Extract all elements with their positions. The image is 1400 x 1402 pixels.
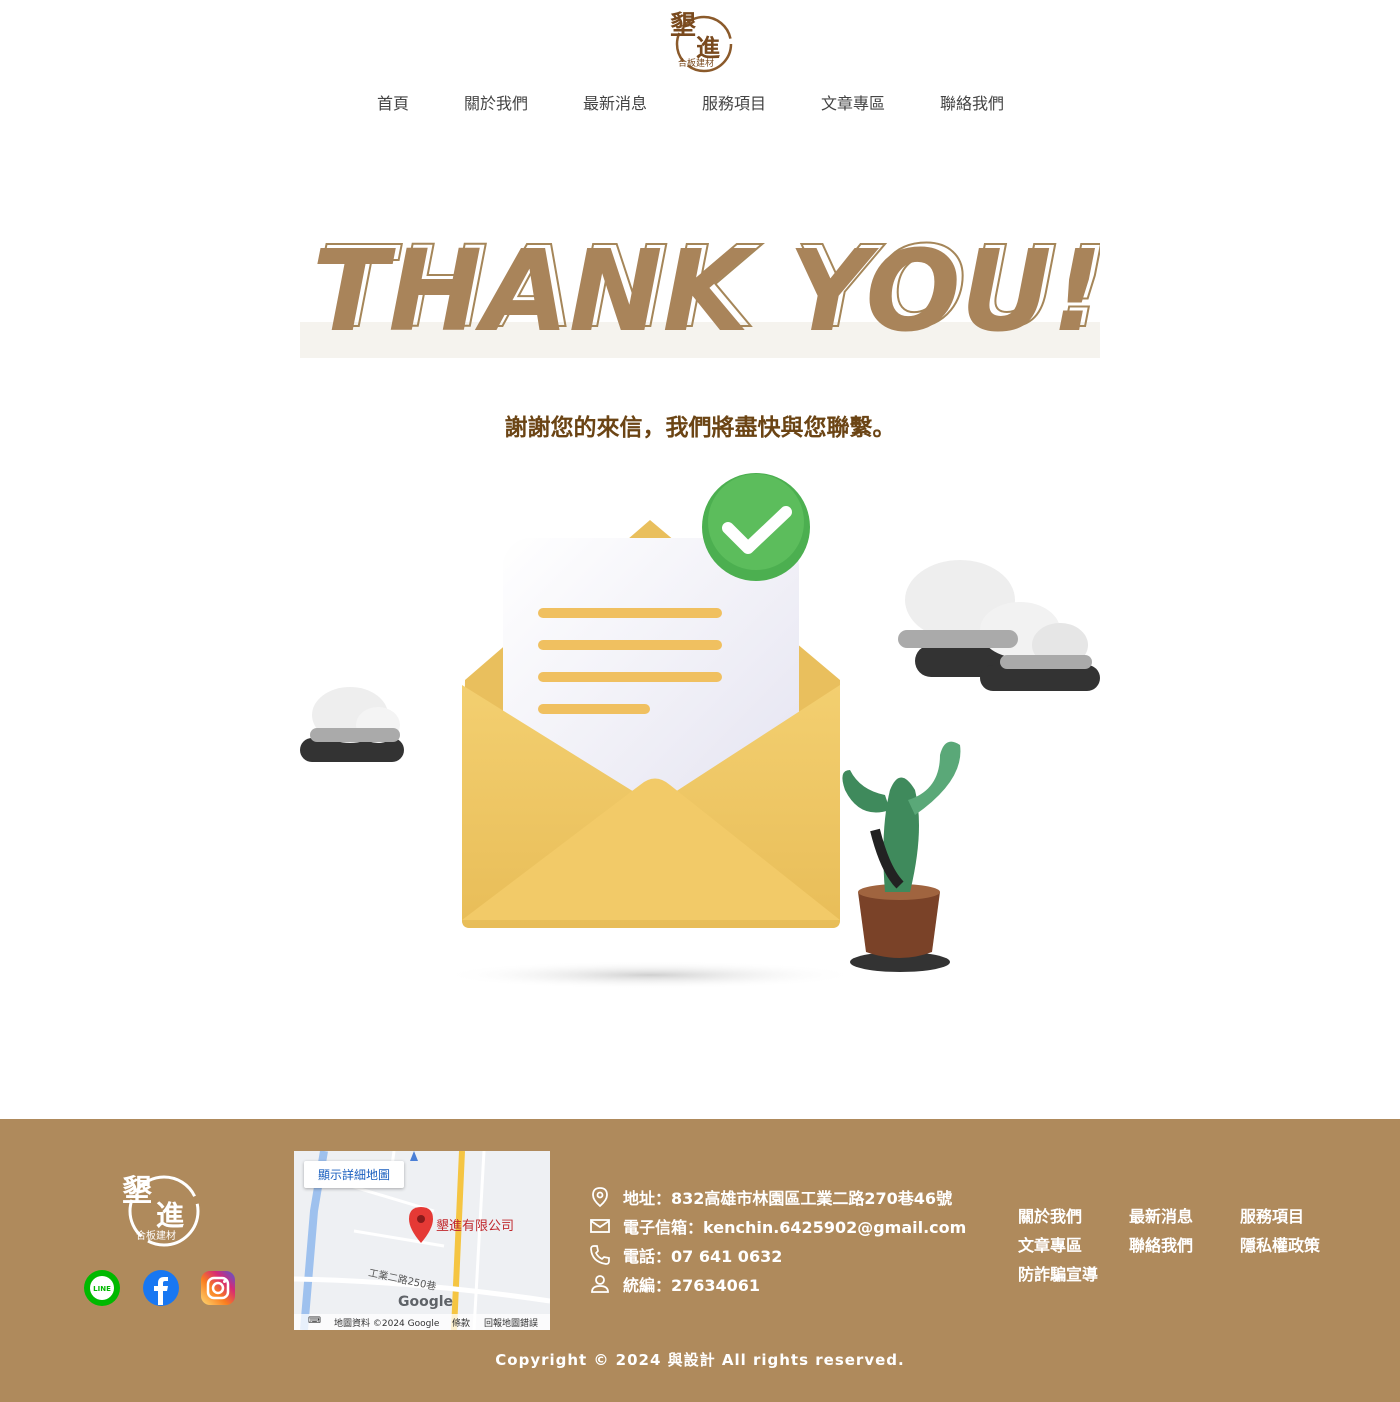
map-terms-link[interactable]: 條款: [452, 1316, 470, 1329]
contact-tax-id: 統編：27634061: [590, 1272, 970, 1301]
contact-phone[interactable]: 電話：07 641 0632: [590, 1243, 970, 1272]
copyright-text: Copyright © 2024 與設計 All rights reserved…: [495, 1351, 905, 1369]
nav-about[interactable]: 關於我們: [464, 90, 528, 114]
envelope-illustration: [300, 473, 1100, 989]
contact-info: 地址：832高雄市林園區工業二路270巷46號 電子信箱：kenchin.642…: [590, 1185, 970, 1301]
nav-news[interactable]: 最新消息: [583, 90, 647, 114]
map-pin-label: 墾進有限公司: [436, 1219, 515, 1234]
logo-char-sub: 進: [696, 33, 720, 62]
footer-link-services[interactable]: 服務項目: [1240, 1203, 1304, 1227]
map-report-link[interactable]: 回報地圖錯誤: [484, 1316, 538, 1329]
svg-text:LINE: LINE: [93, 1285, 111, 1293]
nav-services[interactable]: 服務項目: [702, 90, 766, 114]
map-pin-icon: [592, 1187, 608, 1207]
map-detail-button[interactable]: 顯示詳細地圖: [304, 1161, 405, 1188]
google-logo: Google: [398, 1294, 454, 1310]
mail-icon: [590, 1219, 610, 1233]
brand-logo[interactable]: 墾 進 合板建材: [664, 4, 736, 76]
instagram-icon[interactable]: [199, 1269, 237, 1307]
footer-link-contact[interactable]: 聯絡我們: [1129, 1232, 1193, 1256]
phone-icon: [590, 1245, 610, 1265]
footer-link-anti-fraud[interactable]: 防詐騙宣導: [1018, 1261, 1098, 1285]
footer-links: 關於我們 最新消息 服務項目 文章專區 聯絡我們 隱私權政策 防詐騙宣導: [1018, 1201, 1338, 1291]
logo-subtitle: 合板建材: [678, 57, 714, 69]
thank-you-heading: THANK YOU!: [312, 227, 1100, 357]
check-circle-icon: [702, 473, 810, 581]
footer-brand-logo[interactable]: 墾 進 合板建材: [120, 1167, 202, 1249]
thank-you-banner: THANK YOU! THANK YOU!: [300, 222, 1100, 382]
footer-link-privacy[interactable]: 隱私權政策: [1240, 1232, 1320, 1256]
svg-text:進: 進: [156, 1199, 184, 1232]
svg-text:墾: 墾: [122, 1174, 152, 1209]
footer-link-articles[interactable]: 文章專區: [1018, 1232, 1082, 1256]
cloud-left-icon: [300, 687, 404, 762]
site-header: 墾 進 合板建材 首頁 關於我們 最新消息 服務項目 文章專區 聯絡我們: [0, 0, 1400, 140]
footer-link-about[interactable]: 關於我們: [1018, 1203, 1082, 1227]
contact-address: 地址：832高雄市林園區工業二路270巷46號: [590, 1185, 970, 1214]
nav-home[interactable]: 首頁: [377, 90, 409, 114]
user-icon: [591, 1275, 609, 1293]
map-attribution: 地圖資料 ©2024 Google: [334, 1319, 440, 1329]
contact-email[interactable]: 電子信箱：kenchin.6425902@gmail.com: [590, 1214, 970, 1243]
logo-char-main: 墾: [670, 11, 697, 41]
footer-link-news[interactable]: 最新消息: [1129, 1203, 1193, 1227]
google-map[interactable]: 顯示詳細地圖 墾進有限公司 工業二路250巷 Google ⌨ 地圖資料 ©20…: [294, 1151, 550, 1330]
cactus-plant-icon: [842, 741, 961, 972]
nav-articles[interactable]: 文章專區: [821, 90, 885, 114]
thank-you-text: THANK YOU! THANK YOU!: [312, 222, 1100, 357]
facebook-icon[interactable]: [142, 1269, 180, 1307]
line-icon[interactable]: LINE: [83, 1269, 121, 1307]
svg-text:合板建材: 合板建材: [136, 1229, 176, 1242]
thank-you-message: 謝謝您的來信，我們將盡快與您聯繫。: [504, 415, 896, 441]
cloud-right-icon: [898, 560, 1100, 691]
nav-contact[interactable]: 聯絡我們: [940, 90, 1004, 114]
map-attribution-bar: ⌨ 地圖資料 ©2024 Google 條款 回報地圖錯誤: [294, 1314, 550, 1330]
site-footer: 墾 進 合板建材 LINE 顯示詳細地圖 墾進有限公司 工業二路250巷 Goo…: [0, 1119, 1400, 1402]
main-nav: 首頁 關於我們 最新消息 服務項目 文章專區 聯絡我們: [0, 90, 1400, 118]
keyboard-icon[interactable]: ⌨: [308, 1316, 321, 1326]
